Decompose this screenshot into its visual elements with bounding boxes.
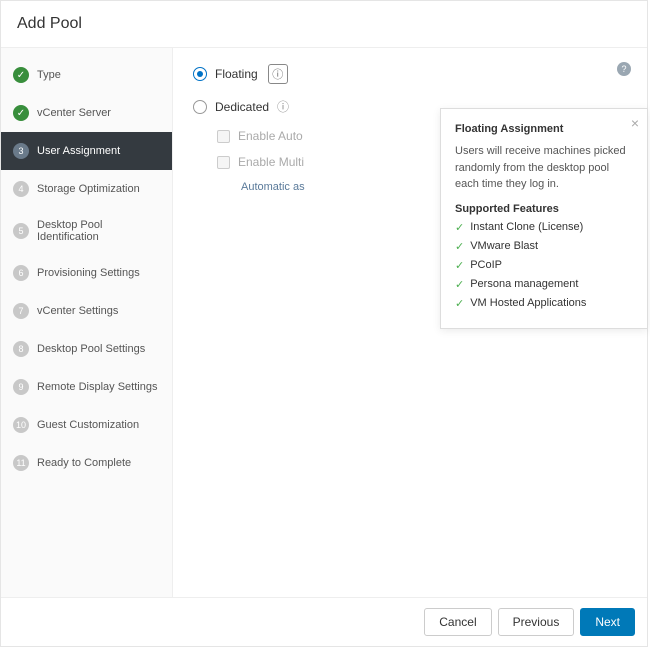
step-vcenter-server[interactable]: vCenter Server <box>1 94 172 132</box>
help-icon[interactable]: ? <box>617 62 631 76</box>
feature-item: ✓Persona management <box>455 278 633 291</box>
step-number-icon: 5 <box>13 223 29 239</box>
radio-dedicated[interactable] <box>193 100 207 114</box>
cancel-button[interactable]: Cancel <box>424 608 491 636</box>
step-number-icon: 6 <box>13 265 29 281</box>
step-number-icon: 8 <box>13 341 29 357</box>
step-number-icon: 9 <box>13 379 29 395</box>
popover-supported-label: Supported Features <box>455 203 633 215</box>
popover-title: Floating Assignment <box>455 123 633 135</box>
step-number-icon: 11 <box>13 455 29 471</box>
enable-multi-label: Enable Multi <box>238 155 304 169</box>
feature-item: ✓VMware Blast <box>455 240 633 253</box>
step-desktop-pool-identification[interactable]: 5 Desktop Pool Identification <box>1 208 172 254</box>
step-vcenter-settings[interactable]: 7 vCenter Settings <box>1 292 172 330</box>
step-guest-customization[interactable]: 10 Guest Customization <box>1 406 172 444</box>
radio-floating-row: Floating ⓘ <box>193 64 627 84</box>
page-title: Add Pool <box>17 15 631 33</box>
info-icon[interactable]: ⓘ <box>277 98 289 115</box>
step-desktop-pool-settings[interactable]: 8 Desktop Pool Settings <box>1 330 172 368</box>
check-icon: ✓ <box>455 240 464 253</box>
checkbox-enable-auto <box>217 130 230 143</box>
feature-item: ✓PCoIP <box>455 259 633 272</box>
check-icon <box>13 105 29 121</box>
step-number-icon: 10 <box>13 417 29 433</box>
step-type[interactable]: Type <box>1 56 172 94</box>
checkbox-enable-multi <box>217 156 230 169</box>
feature-item: ✓Instant Clone (License) <box>455 221 633 234</box>
step-remote-display-settings[interactable]: 9 Remote Display Settings <box>1 368 172 406</box>
radio-floating[interactable] <box>193 67 207 81</box>
feature-item: ✓VM Hosted Applications <box>455 297 633 310</box>
step-ready-to-complete[interactable]: 11 Ready to Complete <box>1 444 172 482</box>
step-user-assignment[interactable]: 3 User Assignment <box>1 132 172 170</box>
close-icon[interactable]: × <box>631 115 639 131</box>
check-icon: ✓ <box>455 221 464 234</box>
check-icon: ✓ <box>455 259 464 272</box>
popover-description: Users will receive machines picked rando… <box>455 143 633 193</box>
step-number-icon: 4 <box>13 181 29 197</box>
wizard-steps-sidebar: Type vCenter Server 3 User Assignment 4 … <box>1 48 173 597</box>
info-popover: × Floating Assignment Users will receive… <box>440 108 648 329</box>
wizard-dialog: Add Pool Type vCenter Server 3 User Assi… <box>0 0 648 647</box>
enable-auto-label: Enable Auto <box>238 129 303 143</box>
next-button[interactable]: Next <box>580 608 635 636</box>
step-storage-optimization[interactable]: 4 Storage Optimization <box>1 170 172 208</box>
wizard-content: ? Floating ⓘ Dedicated ⓘ Enable Auto Ena… <box>173 48 647 597</box>
info-icon[interactable]: ⓘ <box>268 64 288 84</box>
previous-button[interactable]: Previous <box>498 608 575 636</box>
step-provisioning-settings[interactable]: 6 Provisioning Settings <box>1 254 172 292</box>
dialog-header: Add Pool <box>1 1 647 48</box>
radio-dedicated-label: Dedicated <box>215 100 269 114</box>
step-number-icon: 7 <box>13 303 29 319</box>
check-icon: ✓ <box>455 297 464 310</box>
step-number-icon: 3 <box>13 143 29 159</box>
check-icon <box>13 67 29 83</box>
wizard-footer: Cancel Previous Next <box>1 597 647 646</box>
check-icon: ✓ <box>455 278 464 291</box>
radio-floating-label: Floating <box>215 67 258 81</box>
